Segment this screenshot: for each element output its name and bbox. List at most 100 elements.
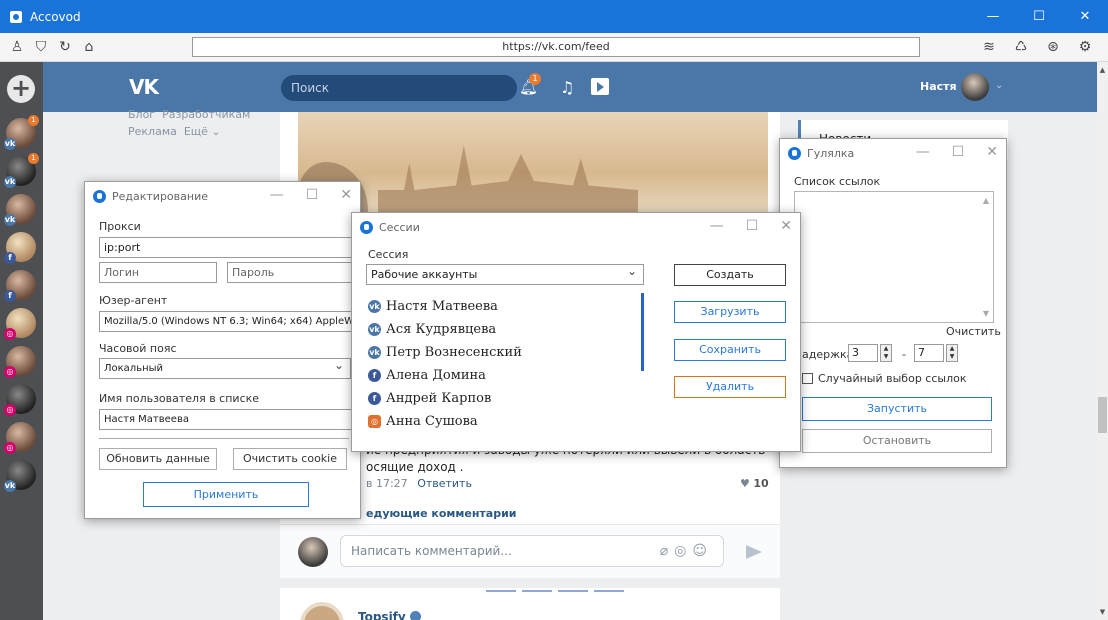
chevron-down-icon[interactable]: ⌄ <box>995 80 1003 91</box>
username-input[interactable]: Настя Матвеева <box>99 409 361 430</box>
attach-icon[interactable]: ⌀ <box>660 543 674 559</box>
ig-network-icon: ◎ <box>368 415 381 428</box>
link-ads[interactable]: Реклама <box>128 125 177 138</box>
vk-logo[interactable]: VK <box>129 75 159 99</box>
page-scrollbar[interactable]: ▲ ▼ <box>1097 62 1108 620</box>
list-scrollbar[interactable] <box>641 293 644 371</box>
sessions-maximize-button[interactable]: ☐ <box>746 218 759 234</box>
session-account-item[interactable]: f Андрей Карпов <box>366 387 646 410</box>
scrollbar-thumb[interactable] <box>1098 397 1107 433</box>
maximize-button[interactable]: ☐ <box>1016 0 1062 33</box>
session-account-name: Алена Домина <box>386 368 486 383</box>
post-author-name[interactable]: Topsify <box>358 610 421 620</box>
sidebar-account-avatar[interactable]: ◎ <box>4 346 36 378</box>
notification-badge: 1 <box>529 73 541 85</box>
sidebar-account-avatar[interactable]: vk <box>4 194 36 226</box>
minimize-button[interactable]: — <box>970 0 1016 33</box>
stop-button[interactable]: Остановить <box>802 429 992 453</box>
sidebar-account-avatar[interactable]: f <box>4 270 36 302</box>
walker-maximize-button[interactable]: ☐ <box>952 144 965 160</box>
sessions-minimize-button[interactable]: — <box>710 218 724 234</box>
extension-icon[interactable]: ⊛ <box>1044 38 1062 56</box>
clear-cookie-button[interactable]: Очистить cookie <box>233 448 347 470</box>
useragent-input[interactable]: Mozilla/5.0 (Windows NT 6.3; Win64; x64)… <box>99 311 361 332</box>
login-input[interactable]: Логин <box>99 262 217 283</box>
gear-icon[interactable]: ⚙ <box>1076 38 1094 56</box>
delay-from-stepper[interactable]: ▲ ▼ <box>880 344 892 362</box>
layers-icon[interactable]: ≋ <box>980 38 998 56</box>
recycle-icon[interactable]: ♺ <box>1012 38 1030 56</box>
walker-close-button[interactable]: ✕ <box>986 144 998 160</box>
links-textarea[interactable]: ▲ ▼ <box>794 191 994 323</box>
send-icon[interactable] <box>746 545 762 559</box>
walker-minimize-button[interactable]: — <box>916 144 930 160</box>
post-author-avatar[interactable] <box>300 602 344 620</box>
edit-window-titlebar[interactable]: Редактирование — ☐ ✕ <box>85 182 360 212</box>
sidebar-account-avatar[interactable]: ◎ <box>4 384 36 416</box>
camera-icon[interactable]: ◎ <box>674 543 692 559</box>
shield-icon[interactable]: ⛉ <box>32 38 50 56</box>
sidebar-account-avatar[interactable]: ◎ <box>4 422 36 454</box>
password-input[interactable]: Пароль <box>227 262 361 283</box>
ig-network-icon: ◎ <box>4 404 16 416</box>
edit-close-button[interactable]: ✕ <box>340 187 352 203</box>
load-session-button[interactable]: Загрузить <box>674 301 786 323</box>
walker-window-titlebar[interactable]: Гулялка — ☐ ✕ <box>780 139 1006 169</box>
sessions-window-titlebar[interactable]: Сессии — ☐ ✕ <box>352 213 800 243</box>
chevron-down-icon[interactable]: ▼ <box>983 309 989 318</box>
like-button[interactable]: ♥ 10 <box>740 477 769 490</box>
scroll-up-icon[interactable]: ▲ <box>1097 66 1108 74</box>
sidebar-account-avatar[interactable]: vk <box>4 460 36 492</box>
proxy-input[interactable]: ip:port <box>99 237 361 258</box>
add-account-button[interactable]: + <box>7 75 35 103</box>
link-blog[interactable]: Блог <box>128 108 155 121</box>
apply-button[interactable]: Применить <box>143 482 309 507</box>
vk-user-avatar[interactable] <box>961 73 989 101</box>
home-icon[interactable]: ⌂ <box>80 38 98 56</box>
bell-icon[interactable]: 🔔︎ 1 <box>519 73 541 96</box>
vk-user-name[interactable]: Настя <box>920 80 957 93</box>
edit-maximize-button[interactable]: ☐ <box>306 187 319 203</box>
delete-session-button[interactable]: Удалить <box>674 376 786 398</box>
url-field[interactable]: https://vk.com/feed <box>192 37 920 57</box>
link-developers[interactable]: Разработчикам <box>162 108 250 121</box>
vk-search-input[interactable]: Поиск <box>281 75 517 101</box>
comment-input[interactable]: Написать комментарий... ⌀◎☺ <box>340 535 724 567</box>
session-account-item[interactable]: vk Ася Кудрявцева <box>366 318 646 341</box>
clear-links-button[interactable]: Очистить <box>946 325 1001 338</box>
sidebar-account-avatar[interactable]: f <box>4 232 36 264</box>
emoji-icon[interactable]: ☺ <box>692 543 713 559</box>
random-checkbox[interactable] <box>802 373 813 384</box>
sidebar-account-avatar[interactable]: ◎ <box>4 308 36 340</box>
sidebar-account-avatar[interactable]: vk 1 <box>4 115 39 150</box>
reply-link[interactable]: Ответить <box>417 477 472 490</box>
start-button[interactable]: Запустить <box>802 397 992 421</box>
user-icon[interactable]: ♙ <box>8 38 26 56</box>
chevron-up-icon[interactable]: ▲ <box>983 196 989 205</box>
save-session-button[interactable]: Сохранить <box>674 339 786 361</box>
delay-to-stepper[interactable]: ▲ ▼ <box>946 344 958 362</box>
delay-from-input[interactable]: 3 <box>848 344 878 362</box>
session-account-item[interactable]: vk Настя Матвеева <box>366 295 646 318</box>
composer-avatar <box>298 537 328 567</box>
vk-network-icon: vk <box>368 346 381 359</box>
sessions-close-button[interactable]: ✕ <box>780 218 792 234</box>
delay-to-input[interactable]: 7 <box>914 344 944 362</box>
reload-icon[interactable]: ↻ <box>56 38 74 56</box>
update-data-button[interactable]: Обновить данные <box>99 448 217 470</box>
create-session-button[interactable]: Создать <box>674 264 786 286</box>
next-comments-link[interactable]: едующие комментарии <box>366 507 517 520</box>
close-button[interactable]: ✕ <box>1062 0 1108 33</box>
edit-minimize-button[interactable]: — <box>270 187 284 203</box>
session-account-item[interactable]: ◎ Анна Сушова <box>366 410 646 433</box>
link-more[interactable]: Ещё ⌄ <box>184 125 221 138</box>
scroll-down-icon[interactable]: ▼ <box>1097 608 1108 616</box>
session-account-item[interactable]: vk Петр Вознесенский <box>366 341 646 364</box>
post-image[interactable] <box>298 112 768 222</box>
session-account-item[interactable]: f Алена Домина <box>366 364 646 387</box>
session-select[interactable]: Рабочие аккаунты <box>366 264 644 285</box>
timezone-select[interactable]: Локальный <box>99 358 351 379</box>
music-icon[interactable]: ♫ <box>560 78 574 97</box>
video-icon[interactable] <box>591 78 609 95</box>
sidebar-account-avatar[interactable]: vk 1 <box>4 153 39 188</box>
